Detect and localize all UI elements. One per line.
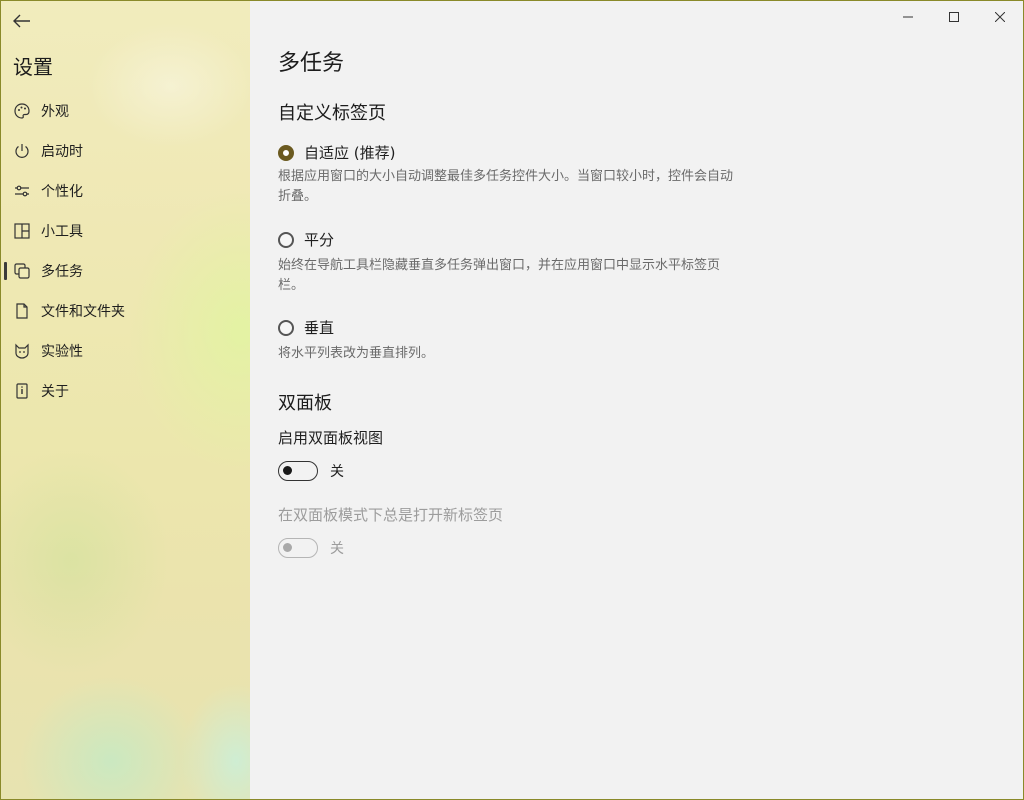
- main-content: 多任务 自定义标签页 自适应 (推荐) 根据应用窗口的大小自动调整最佳多任务控件…: [250, 1, 1023, 799]
- radio-label: 自适应 (推荐): [304, 144, 396, 162]
- section-heading-tabs: 自定义标签页: [278, 103, 386, 124]
- multitask-icon: [13, 262, 31, 280]
- toggle-state-label: 关: [330, 541, 344, 557]
- page-title: 多任务: [278, 51, 345, 76]
- sidebar-item-widgets[interactable]: 小工具: [1, 211, 250, 251]
- dual-pane-new-tab-label: 在双面板模式下总是打开新标签页: [278, 506, 504, 524]
- sidebar-item-startup[interactable]: 启动时: [1, 131, 250, 171]
- maximize-icon: [949, 12, 959, 22]
- sidebar-item-label: 关于: [41, 384, 69, 400]
- back-arrow-icon: [13, 14, 30, 28]
- option-description: 始终在导航工具栏隐藏垂直多任务弹出窗口，并在应用窗口中显示水平标签页栏。: [278, 258, 721, 293]
- radio-adaptive[interactable]: 自适应 (推荐): [278, 142, 395, 163]
- sidebar-item-label: 文件和文件夹: [41, 304, 125, 320]
- minimize-icon: [903, 16, 913, 18]
- radio-button[interactable]: [278, 319, 294, 336]
- new-tab-toggle-row: 关: [278, 538, 344, 558]
- sliders-icon: [13, 182, 31, 200]
- back-button[interactable]: [11, 11, 33, 31]
- cat-icon: [13, 342, 31, 360]
- minimize-button[interactable]: [885, 1, 931, 33]
- sidebar: 设置 外观 启动时 个性化 小工具 多任务 文件和文件夹 实验性 关于: [1, 1, 250, 799]
- sidebar-item-label: 启动时: [41, 144, 83, 160]
- radio-vertical[interactable]: 垂直: [278, 317, 334, 338]
- sidebar-item-appearance[interactable]: 外观: [1, 91, 250, 131]
- dual-pane-toggle-row: 关: [278, 461, 344, 481]
- widgets-icon: [13, 222, 31, 240]
- section-heading-dual-pane: 双面板: [278, 393, 332, 414]
- settings-window: 设置 外观 启动时 个性化 小工具 多任务 文件和文件夹 实验性 关于 多任务 …: [0, 0, 1024, 800]
- caption-buttons: [885, 1, 1023, 33]
- radio-label: 垂直: [304, 319, 335, 337]
- power-icon: [13, 142, 31, 160]
- sidebar-item-experimental[interactable]: 实验性: [1, 331, 250, 371]
- dual-pane-toggle[interactable]: [278, 461, 318, 481]
- radio-label: 平分: [304, 231, 335, 249]
- toggle-knob: [283, 466, 292, 475]
- palette-icon: [13, 102, 31, 120]
- sidebar-item-about[interactable]: 关于: [1, 371, 250, 411]
- option-description: 将水平列表改为垂直排列。: [278, 346, 435, 361]
- sidebar-title: 设置: [13, 55, 53, 79]
- dual-pane-enable-label: 启用双面板视图: [278, 429, 384, 447]
- file-icon: [13, 302, 31, 320]
- sidebar-item-multitasking[interactable]: 多任务: [1, 251, 250, 291]
- close-button[interactable]: [977, 1, 1023, 33]
- sidebar-item-label: 实验性: [41, 344, 83, 360]
- sidebar-nav: 外观 启动时 个性化 小工具 多任务 文件和文件夹 实验性 关于: [1, 91, 250, 411]
- radio-equal[interactable]: 平分: [278, 229, 334, 250]
- close-icon: [995, 12, 1005, 22]
- toggle-state-label: 关: [330, 464, 344, 480]
- sidebar-item-files-folders[interactable]: 文件和文件夹: [1, 291, 250, 331]
- sidebar-item-label: 多任务: [41, 264, 83, 280]
- sidebar-item-label: 个性化: [41, 184, 83, 200]
- sidebar-item-label: 外观: [41, 104, 69, 120]
- sidebar-item-label: 小工具: [41, 224, 83, 240]
- option-description: 根据应用窗口的大小自动调整最佳多任务控件大小。当窗口较小时，控件会自动折叠。: [278, 169, 734, 204]
- radio-button[interactable]: [278, 231, 294, 248]
- radio-button[interactable]: [278, 144, 294, 161]
- info-icon: [13, 382, 31, 400]
- new-tab-toggle: [278, 538, 318, 558]
- toggle-knob: [283, 543, 292, 552]
- sidebar-item-personalization[interactable]: 个性化: [1, 171, 250, 211]
- maximize-button[interactable]: [931, 1, 977, 33]
